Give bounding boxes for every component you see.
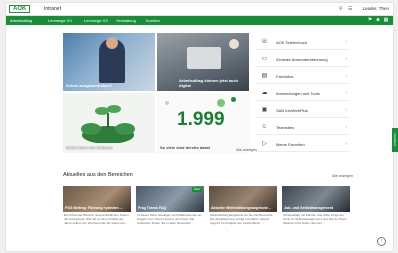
quicklink-label: Teamsites [276,125,295,130]
quicklink-sab[interactable]: ▣ SAB InfoWebPlus › [256,103,350,118]
feedback-tab[interactable]: Feedback [392,128,398,152]
quicklink-telefonbuch[interactable]: ☏ AOK Telefonbuch › [256,35,350,50]
nav-item-lernwege-1[interactable]: Lernwege XX [48,18,72,23]
chevron-right-icon: › [345,73,348,78]
quicklink-label: AOK Telefonbuch [276,40,308,45]
chevron-right-icon: › [345,39,348,44]
teaser-tile-1[interactable]: Schon ausgeschrieben? [63,33,155,91]
search-icon[interactable]: ⚲ [339,6,343,12]
news-image: FSG Beitrag: Führung hybriden ... [63,186,131,212]
teaser-tile-3[interactable]: Blick hinter die Kulissen [63,93,155,153]
cup-image [229,39,239,49]
bell-icon[interactable]: ⚑ [367,17,373,23]
news-section-title: Aktuelles aus den Bereichen [63,172,133,178]
main-navigation: Arbeitsalltag Lernwege XX Lernwege XX Ve… [6,16,393,25]
quicklink-label: Fachinfos [276,74,294,79]
quicklink-label: SAB InfoWebPlus [276,108,308,113]
quicklink-label: Anwendungen und Tools [276,91,320,96]
news-teaser: Weiterbildungsangebote für die Fachberei… [210,213,274,225]
news-teaser: In dieser Serie beteiligen sich Mitarbei… [137,213,202,225]
nav-item-kunden[interactable]: Kunden [146,18,160,23]
top-bar: AOK Intranet ⚲ ☰ Leader, Theo [6,3,393,16]
app-title: Intranet [44,6,61,12]
chevron-right-icon: › [345,107,348,112]
quicklink-fachinfos[interactable]: ▤ Fachinfos › [256,69,350,84]
grid-icon[interactable]: ▦ [383,17,389,23]
nav-item-verwaltung[interactable]: Verwaltung [116,18,136,23]
news-teaser: Ein führender Bereich unterschiedlichen … [64,213,129,225]
news-title: Aktuelle Weiterbildungsangebote... [211,206,271,210]
chevron-right-icon: › [345,90,348,95]
monitor-icon: ▭ [261,56,268,62]
teaser-tile-4[interactable]: 1.999 So viele sind bereits dabei [157,93,249,153]
aok-logo[interactable]: AOK [9,5,31,13]
nav-item-lernwege-2[interactable]: Lernwege XX [84,18,108,23]
document-icon: ▣ [261,107,268,113]
news-title: FSG Beitrag: Führung hybriden ... [65,206,123,210]
news-all-link[interactable]: Alle anzeigen [332,174,353,178]
quicklink-label: Meine Favoriten [276,142,305,147]
chevron-right-icon: › [345,124,348,129]
scroll-top-button[interactable]: ↑ [377,237,386,246]
quicklink-anwenderbetreuung[interactable]: ▭ Zentrale Anwenderbetreuung › [256,52,350,67]
participant-count: 1.999 [177,109,225,130]
quicklinks-panel: ☏ AOK Telefonbuch › ▭ Zentrale Anwenderb… [256,33,350,153]
decor-dot [217,99,225,107]
news-card[interactable]: NEU Frag Teams FAQ In dieser Serie betei… [136,186,204,236]
news-card[interactable]: Job- und Selbstmanagement Arbeitsalltag … [282,186,350,236]
news-badge: NEU [191,187,202,192]
laptop-image [187,47,221,69]
person-image [99,37,125,83]
decor-dot [231,97,236,102]
chevron-right-icon: › [345,141,348,146]
teaser-title: Schon ausgeschrieben? [66,82,113,88]
teaser-tiles: Schon ausgeschrieben? Arbeitsalltag könn… [63,33,253,153]
intranet-page: AOK Intranet ⚲ ☰ Leader, Theo Arbeitsall… [5,2,394,252]
news-card[interactable]: FSG Beitrag: Führung hybriden ... Ein fü… [63,186,131,236]
chevron-right-icon: › [345,56,348,61]
quicklink-label: Zentrale Anwenderbetreuung [276,57,328,62]
phone-icon: ☏ [260,39,269,45]
teaser-tile-2[interactable]: Arbeitsalltag können jetzt auch digital [157,33,249,91]
hands-plant-image [81,105,135,143]
play-icon: ▷ [262,141,267,147]
news-image: Aktuelle Weiterbildungsangebote... [209,186,277,212]
news-title: Job- und Selbstmanagement [284,206,334,210]
teaser-title: Arbeitsalltag können jetzt auch digital [179,78,239,88]
quicklink-anwendungen[interactable]: ☁ Anwendungen und Tools › [256,86,350,101]
quicklink-favoriten[interactable]: ▷ Meine Favoriten › [256,137,350,152]
news-image: Job- und Selbstmanagement [282,186,350,212]
user-name[interactable]: Leader, Theo [363,6,389,11]
teaser-title: Blick hinter die Kulissen [66,144,113,150]
news-card[interactable]: Aktuelle Weiterbildungsangebote... Weite… [209,186,277,236]
menu-icon[interactable]: ☰ [348,6,352,12]
teaser-title: So viele sind bereits dabei [160,144,211,150]
book-icon: ▤ [261,73,268,79]
news-image: NEU Frag Teams FAQ [136,186,204,212]
people-icon: ☺ [261,124,268,130]
quicklinks-more-link[interactable]: Alle anzeigen [236,148,257,152]
quicklink-teamsites[interactable]: ☺ Teamsites › [256,120,350,135]
nav-icons: ⚑ ☻ ▦ [367,17,389,23]
news-title: Frag Teams FAQ [138,206,167,210]
decor-dot [165,101,169,105]
cloud-icon: ☁ [261,90,268,96]
news-teaser: Arbeitsalltag mit Familie. Die dritte Fo… [283,213,348,225]
people-icon[interactable]: ☻ [375,17,381,23]
nav-item-arbeitsalltag[interactable]: Arbeitsalltag [10,18,32,23]
